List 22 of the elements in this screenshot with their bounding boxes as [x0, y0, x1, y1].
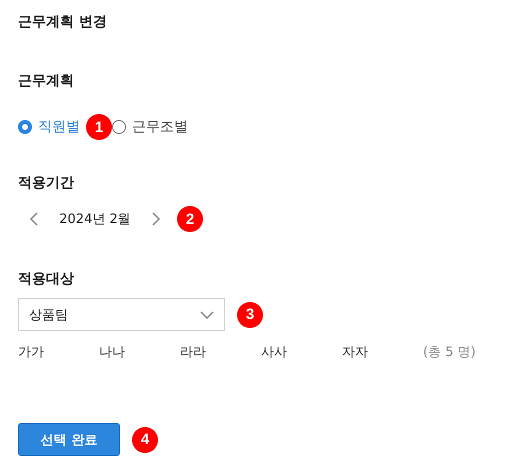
- section-label: 적용대상: [18, 270, 75, 288]
- step-badge: 4: [132, 426, 158, 452]
- chevron-down-icon: [200, 310, 214, 318]
- step-badge: 1: [86, 114, 112, 140]
- month-label: 2024년 2월: [58, 211, 132, 228]
- member-name: 사사: [261, 344, 288, 361]
- section-label: 적용기간: [18, 174, 75, 192]
- member-name: 가가: [18, 344, 45, 361]
- section-label: 근무계획: [18, 72, 75, 90]
- chevron-right-icon: [150, 211, 162, 227]
- member-name: 자자: [342, 344, 369, 361]
- page-title: 근무계획 변경: [18, 13, 108, 32]
- member-total: (총 5 명): [423, 344, 476, 361]
- step-badge: 2: [177, 206, 203, 232]
- chevron-left-icon: [28, 211, 40, 227]
- radio-option[interactable]: 직원별: [18, 118, 80, 136]
- member-name: 라라: [180, 344, 207, 361]
- team-select[interactable]: 상품팀: [18, 298, 225, 331]
- submit-button[interactable]: 선택 완료: [18, 423, 120, 456]
- step-badge: 3: [237, 302, 263, 328]
- member-name: 나나: [99, 344, 126, 361]
- radio-option[interactable]: 근무조별: [112, 118, 188, 136]
